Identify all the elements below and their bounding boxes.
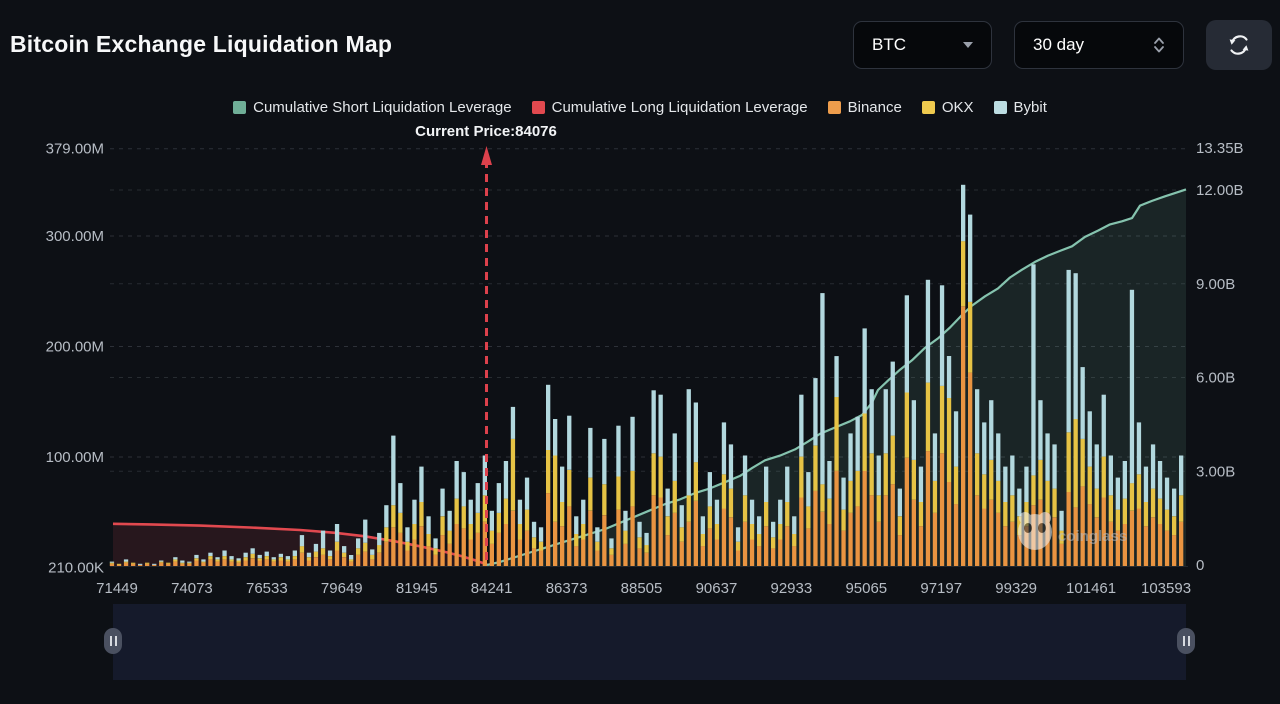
x-axis-tick: 103593 [1141,580,1191,597]
x-axis-tick: 97197 [920,580,962,597]
y-axis-tick-left: 100.00M [46,449,104,466]
x-axis-tick: 81945 [396,580,438,597]
y-axis-tick-left: 210.00K [48,559,104,576]
x-axis-tick: 90637 [696,580,738,597]
x-axis-tick: 79649 [321,580,363,597]
x-axis-tick: 99329 [995,580,1037,597]
pause-handle-icon [110,636,112,646]
pause-handle-icon [1183,636,1185,646]
navigator-left-handle[interactable] [104,628,122,654]
y-axis-tick-left: 379.00M [46,141,104,158]
x-axis-tick: 88505 [621,580,663,597]
x-axis-tick: 84241 [471,580,513,597]
y-axis-tick-right: 0 [1196,557,1204,574]
navigator-track[interactable] [113,604,1186,680]
x-axis-tick: 86373 [546,580,588,597]
y-axis-tick-right: 6.00B [1196,370,1235,387]
y-axis-tick-left: 200.00M [46,339,104,356]
y-axis-tick-right: 13.35B [1196,140,1244,157]
watermark-text: coinglass [1058,528,1127,545]
x-axis-tick: 101461 [1066,580,1116,597]
liquidation-map-page: Bitcoin Exchange Liquidation Map BTC 30 … [0,0,1280,704]
x-axis-tick: 76533 [246,580,288,597]
x-axis-tick: 92933 [771,580,813,597]
y-axis-tick-right: 12.00B [1196,182,1244,199]
y-axis-tick-right: 9.00B [1196,276,1235,293]
x-axis-tick: 74073 [171,580,213,597]
liquidation-chart-canvas[interactable]: 379.00M 300.00M 200.00M 100.00M 210.00K 13.35… [0,0,1280,704]
x-axis-tick: 95065 [845,580,887,597]
y-axis-tick-left: 300.00M [46,228,104,245]
x-axis-tick: 71449 [96,580,138,597]
y-axis-tick-right: 3.00B [1196,463,1235,480]
navigator-right-handle[interactable] [1177,628,1195,654]
